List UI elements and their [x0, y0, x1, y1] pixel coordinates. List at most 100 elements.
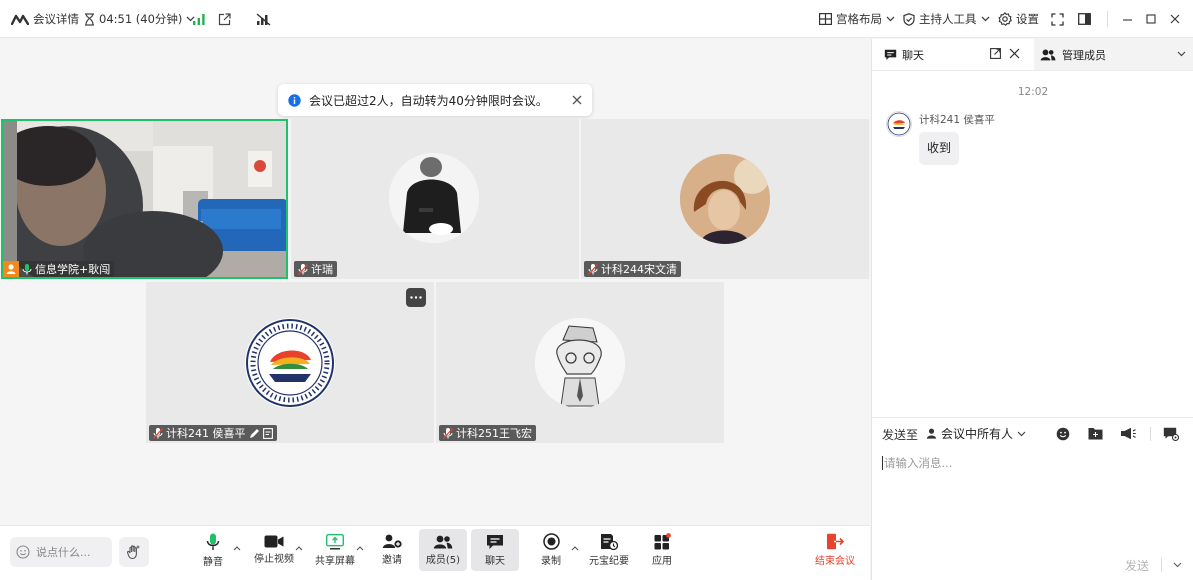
avatar — [680, 154, 770, 244]
message-sender: 计科241 侯喜平 — [919, 114, 995, 126]
side-panel-tabs: 聊天 管理成员 — [872, 39, 1193, 71]
tab-manage-members[interactable]: 管理成员 — [1034, 39, 1193, 70]
record-label: 录制 — [541, 556, 561, 567]
avatar — [245, 318, 335, 408]
chevron-up-icon[interactable] — [356, 546, 364, 551]
raise-hand-button[interactable] — [119, 537, 149, 567]
record-button[interactable]: 录制 — [528, 529, 574, 571]
person-icon — [926, 428, 937, 439]
popout-icon[interactable] — [990, 48, 1001, 59]
chat-composer-toolbar: 发送至 会议中所有人 — [872, 417, 1193, 449]
settings-label: 设置 — [1016, 12, 1039, 26]
mute-label: 静音 — [203, 556, 223, 568]
signal-strength-icon[interactable] — [193, 0, 205, 38]
send-to-selector[interactable]: 会议中所有人 — [926, 425, 1026, 442]
invite-label: 邀请 — [382, 555, 402, 566]
apps-grid-icon — [654, 533, 671, 550]
chevron-down-icon[interactable] — [1173, 562, 1182, 568]
sidebar-toggle-icon[interactable] — [1078, 0, 1091, 38]
network-slash-icon[interactable] — [256, 0, 271, 38]
meeting-timer[interactable]: 04:51 (40分钟) — [84, 0, 195, 38]
close-icon[interactable] — [572, 95, 582, 105]
notes-ai-icon — [600, 533, 618, 550]
input-caret — [882, 456, 883, 470]
mute-button[interactable]: 静音 — [190, 529, 236, 571]
exit-door-icon — [826, 533, 844, 550]
chevron-up-icon[interactable] — [233, 546, 241, 551]
host-badge-icon — [3, 261, 19, 277]
chevron-up-icon[interactable] — [571, 546, 579, 551]
stop-video-button[interactable]: 停止视频 — [251, 529, 297, 571]
message-input[interactable]: 请输入消息... — [880, 453, 1186, 553]
tab-manage-members-label: 管理成员 — [1062, 48, 1106, 62]
participant-name-tag: 许瑞 — [294, 261, 337, 277]
say-something-input[interactable]: 说点什么... — [10, 537, 112, 567]
maximize-icon[interactable] — [1146, 0, 1156, 38]
share-screen-button[interactable]: 共享屏幕 — [312, 529, 358, 571]
members-icon — [433, 535, 453, 549]
members-icon — [1040, 49, 1056, 61]
tencent-meeting-logo-icon — [11, 13, 29, 25]
video-tile[interactable]: 许瑞 — [291, 119, 579, 279]
participant-name: 计科244宋文清 — [601, 263, 677, 276]
say-something-placeholder: 说点什么... — [36, 546, 91, 559]
meeting-minutes-button[interactable]: 元宝纪要 — [585, 529, 633, 571]
chat-button[interactable]: 聊天 — [471, 529, 519, 571]
invite-button[interactable]: 邀请 — [369, 529, 415, 571]
settings-button[interactable]: 设置 — [998, 0, 1039, 38]
timer-text: 04:51 (40分钟) — [99, 12, 183, 26]
apps-button[interactable]: 应用 — [639, 529, 685, 571]
chat-bubble-icon — [486, 534, 504, 550]
megaphone-icon[interactable] — [1120, 427, 1136, 440]
top-bar: 会议详情 04:51 (40分钟) 宫格布局 主持人工具 设置 — [0, 0, 1193, 38]
hourglass-icon — [84, 12, 95, 26]
chat-settings-icon[interactable] — [1163, 427, 1179, 441]
chevron-down-icon — [886, 16, 895, 22]
meeting-info-label: 会议详情 — [33, 12, 79, 26]
message-bubble[interactable]: 收到 — [919, 132, 960, 165]
more-options-icon[interactable] — [406, 288, 426, 307]
video-tile[interactable]: 计科241 侯喜平 — [146, 282, 434, 443]
chevron-up-icon[interactable] — [295, 546, 303, 551]
fullscreen-icon[interactable] — [1051, 0, 1064, 38]
microphone-muted-icon — [443, 427, 453, 439]
share-screen-icon — [326, 533, 344, 550]
minimize-icon[interactable] — [1122, 0, 1133, 38]
end-meeting-label: 结束会议 — [815, 556, 855, 567]
file-folder-icon[interactable] — [1088, 427, 1103, 440]
video-tile-active-speaker[interactable]: 信息学院+耿闯 — [1, 119, 288, 279]
participant-name-tag: 计科251王飞宏 — [439, 425, 536, 441]
chevron-down-icon — [981, 16, 990, 22]
send-button[interactable]: 发送 — [1125, 557, 1149, 574]
shield-icon — [903, 12, 915, 26]
microphone-muted-icon — [298, 263, 308, 275]
microphone-active-icon — [22, 263, 32, 275]
share-link-icon[interactable] — [218, 0, 231, 38]
grid-layout-button[interactable]: 宫格布局 — [819, 0, 895, 38]
emoji-icon[interactable] — [1056, 427, 1070, 441]
send-to-target: 会议中所有人 — [941, 427, 1014, 441]
chevron-down-icon[interactable] — [1177, 51, 1186, 57]
video-tile[interactable]: 计科244宋文清 — [581, 119, 869, 279]
end-meeting-button[interactable]: 结束会议 — [810, 529, 860, 571]
share-screen-label: 共享屏幕 — [315, 555, 355, 567]
meeting-info-button[interactable]: 会议详情 — [11, 0, 79, 38]
members-button[interactable]: 成员(5) — [419, 529, 467, 571]
host-tools-button[interactable]: 主持人工具 — [903, 0, 990, 38]
hand-icon — [126, 544, 142, 560]
chevron-down-icon — [1017, 431, 1026, 437]
participant-name: 信息学院+耿闯 — [35, 263, 111, 276]
close-icon[interactable] — [1009, 48, 1020, 59]
toolbar-divider — [1107, 11, 1108, 27]
tab-chat[interactable]: 聊天 — [884, 47, 924, 63]
grid-layout-label: 宫格布局 — [836, 12, 882, 26]
close-icon[interactable] — [1170, 0, 1180, 38]
participant-name-tag: 信息学院+耿闯 — [3, 261, 115, 277]
gear-icon — [998, 12, 1012, 26]
members-label: 成员(5) — [425, 554, 461, 566]
participant-name-tag: 计科241 侯喜平 — [149, 425, 277, 441]
camera-video-feed — [3, 121, 286, 277]
recording-document-icon — [262, 427, 273, 439]
video-grid-area: 会议已超过2人，自动转为40分钟限时会议。 信息学院+耿闯 许瑞 计科244宋文… — [0, 39, 870, 525]
video-tile[interactable]: 计科251王飞宏 — [436, 282, 724, 443]
